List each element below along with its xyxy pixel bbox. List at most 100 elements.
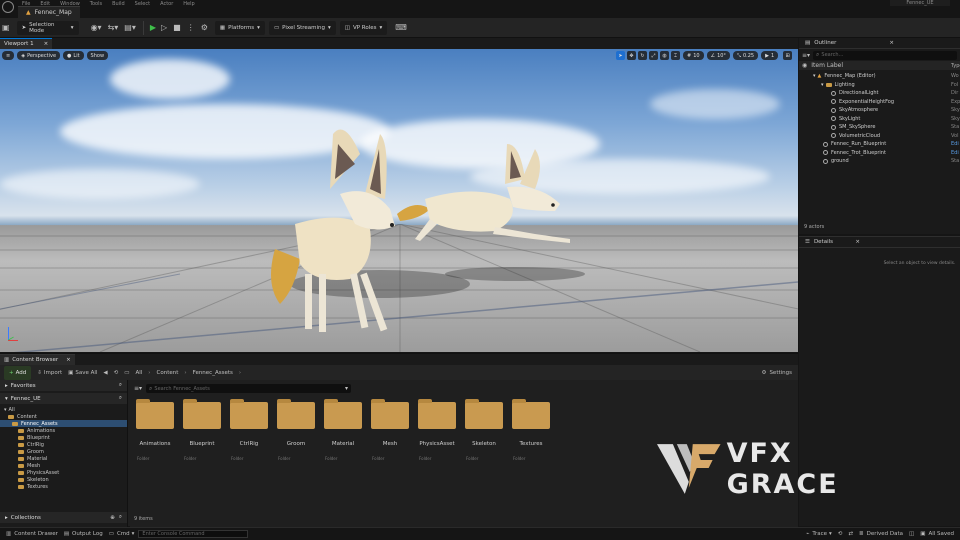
surface-snap-icon[interactable]: ⌶ (671, 51, 680, 60)
asset-folder[interactable]: Material Folder (320, 399, 366, 461)
asset-folder[interactable]: Blueprint Folder (179, 399, 225, 461)
asset-folder[interactable]: Textures Folder (508, 399, 554, 461)
outliner-row[interactable]: ExponentialHeightFog Exp (799, 98, 960, 107)
tree-item[interactable]: CtrlRig (0, 441, 127, 448)
vp-roles-button[interactable]: ◫ VP Roles ▾ (339, 20, 388, 35)
filter-icon[interactable]: ≡▾ (802, 52, 810, 59)
tree-item-selected[interactable]: Fennec_Assets (0, 420, 127, 427)
type-column[interactable]: Type (951, 63, 960, 69)
tree-item[interactable]: Skeleton (0, 476, 127, 483)
settings-button[interactable]: ⚙ Settings (762, 370, 793, 376)
step-icon[interactable]: ▷ (161, 23, 167, 32)
tree-item[interactable]: Content (0, 413, 127, 420)
grid-snap-button[interactable]: #10 (683, 51, 704, 60)
derived-data-button[interactable]: ≣ Derived Data (859, 531, 903, 537)
save-status[interactable]: ▣ All Saved (920, 531, 954, 537)
asset-folder[interactable]: Groom Folder (273, 399, 319, 461)
viewport-options-button[interactable]: ≡ (2, 51, 15, 60)
output-log-button[interactable]: ▤ Output Log (64, 531, 103, 537)
item-label-column[interactable]: Item Label (811, 62, 843, 69)
blueprint-icon[interactable]: ⇆▾ (108, 23, 119, 32)
outliner-search-input[interactable]: ⌕ Search... (813, 50, 957, 60)
add-collection-icon[interactable]: ⊕ (110, 515, 115, 521)
move-tool-icon[interactable]: ✥ (627, 51, 636, 60)
project-header[interactable]: ▾ Fennec_UE ⌕ (0, 393, 127, 404)
close-icon[interactable]: × (66, 357, 71, 363)
asset-folder[interactable]: Animations Folder (132, 399, 178, 461)
filter-icon[interactable]: ≡▾ (134, 385, 142, 392)
search-icon[interactable]: ⌕ (119, 514, 122, 521)
cmd-dropdown[interactable]: ▭ Cmd ▾ (109, 531, 135, 537)
history-icon[interactable]: ⟲ (114, 370, 119, 376)
scale-tool-icon[interactable]: ⤢ (649, 51, 658, 60)
asset-folder[interactable]: CtrlRig Folder (226, 399, 272, 461)
source-control-icon[interactable]: ◫ (909, 531, 914, 537)
rotation-snap-button[interactable]: ∠ 10° (706, 51, 730, 60)
launch-icon[interactable]: ⚙ (201, 23, 208, 32)
add-button[interactable]: + Add (4, 365, 32, 380)
pixel-streaming-button[interactable]: ▭ Pixel Streaming ▾ (268, 20, 336, 35)
share-icon[interactable]: ⇄ (848, 531, 853, 537)
menu-tools[interactable]: Tools (90, 1, 102, 7)
play-icon[interactable]: ▶ (150, 23, 156, 32)
maximize-icon[interactable]: ⊞ (783, 51, 793, 60)
outliner-row[interactable]: SkyLight Sky (799, 115, 960, 124)
camera-speed-button[interactable]: ▶ 1 (761, 51, 779, 60)
stop-icon[interactable]: ■ (173, 23, 181, 32)
tree-item[interactable]: Mesh (0, 462, 127, 469)
viewport-tab[interactable]: Viewport 1 × (0, 38, 53, 49)
menu-help[interactable]: Help (183, 1, 194, 7)
outliner-row[interactable]: DirectionalLight Dir (799, 89, 960, 98)
platforms-button[interactable]: ▦ Platforms ▾ (214, 20, 265, 35)
tree-item[interactable]: Blueprint (0, 434, 127, 441)
asset-folder[interactable]: Mesh Folder (367, 399, 413, 461)
console-input[interactable]: Enter Console Command (138, 530, 249, 538)
select-tool-icon[interactable]: ➤ (616, 51, 625, 60)
show-button[interactable]: Show (86, 51, 109, 60)
favorites-header[interactable]: ▸ Favorites ⌕ (0, 380, 127, 391)
tree-item[interactable]: ▾ All (0, 406, 127, 413)
close-icon[interactable]: × (889, 40, 894, 46)
outliner-row[interactable]: ground Sta (799, 157, 960, 166)
menu-actor[interactable]: Actor (160, 1, 173, 7)
back-icon[interactable]: ◀ (103, 370, 107, 376)
outliner-row[interactable]: SkyAtmosphere Sky (799, 106, 960, 115)
breadcrumb-all[interactable]: All (135, 370, 142, 376)
outliner-row[interactable]: SM_SkySphere Sta (799, 123, 960, 132)
selection-mode-button[interactable]: ➤ Selection Mode ▾ (16, 20, 79, 35)
content-browser-tab[interactable]: ▥ Content Browser × (0, 354, 75, 365)
outliner-row[interactable]: ▾ Lighting Fol (799, 81, 960, 90)
asset-search-input[interactable]: ⌕ Search Fennec_Assets ▾ (146, 384, 352, 393)
save-icon[interactable]: ▣ (2, 23, 10, 32)
level-tab[interactable]: ▲ Fennec_Map (18, 6, 80, 18)
folder-nav-icon[interactable]: ▭ (124, 370, 129, 376)
outliner-row[interactable]: ▾ ▲ Fennec_Map (Editor) Wo (799, 72, 960, 81)
level-viewport[interactable]: ≡ ◈ Perspective ● Lit Show ➤ ✥ ↻ ⤢ ◍ ⌶ #… (0, 49, 798, 352)
search-icon[interactable]: ⌕ (119, 395, 122, 402)
tree-item[interactable]: Animations (0, 427, 127, 434)
trace-button[interactable]: ⌁ Trace ▾ (806, 531, 832, 537)
play-options-icon[interactable]: ⋮ (187, 23, 195, 32)
eye-icon[interactable]: ◉ (802, 62, 807, 69)
tree-item[interactable]: Groom (0, 448, 127, 455)
undo-history-icon[interactable]: ⟲ (838, 531, 843, 537)
outliner-row[interactable]: VolumetricCloud Vol (799, 132, 960, 141)
tree-item[interactable]: Material (0, 455, 127, 462)
content-drawer-button[interactable]: ▥ Content Drawer (6, 531, 58, 537)
breadcrumb-content[interactable]: Content (157, 370, 179, 376)
menu-build[interactable]: Build (112, 1, 125, 7)
rotate-tool-icon[interactable]: ↻ (638, 51, 647, 60)
perspective-button[interactable]: ◈ Perspective (17, 51, 61, 60)
asset-folder[interactable]: Skeleton Folder (461, 399, 507, 461)
outliner-row[interactable]: Fennec_Trot_Blueprint Edi (799, 149, 960, 158)
close-icon[interactable]: × (855, 239, 860, 245)
menu-select[interactable]: Select (135, 1, 150, 7)
scale-snap-button[interactable]: ⤡ 0.25 (732, 51, 759, 60)
outliner-row-type[interactable]: Edi (951, 150, 959, 156)
collections-header[interactable]: ▸ Collections ⊕ ⌕ (0, 512, 127, 523)
outliner-row-type[interactable]: Edi (951, 141, 959, 147)
import-button[interactable]: ⇩ Import (37, 370, 62, 376)
lit-button[interactable]: ● Lit (63, 51, 84, 60)
outliner-tab[interactable]: ▤ Outliner × (799, 38, 960, 49)
tree-item[interactable]: Textures (0, 483, 127, 490)
